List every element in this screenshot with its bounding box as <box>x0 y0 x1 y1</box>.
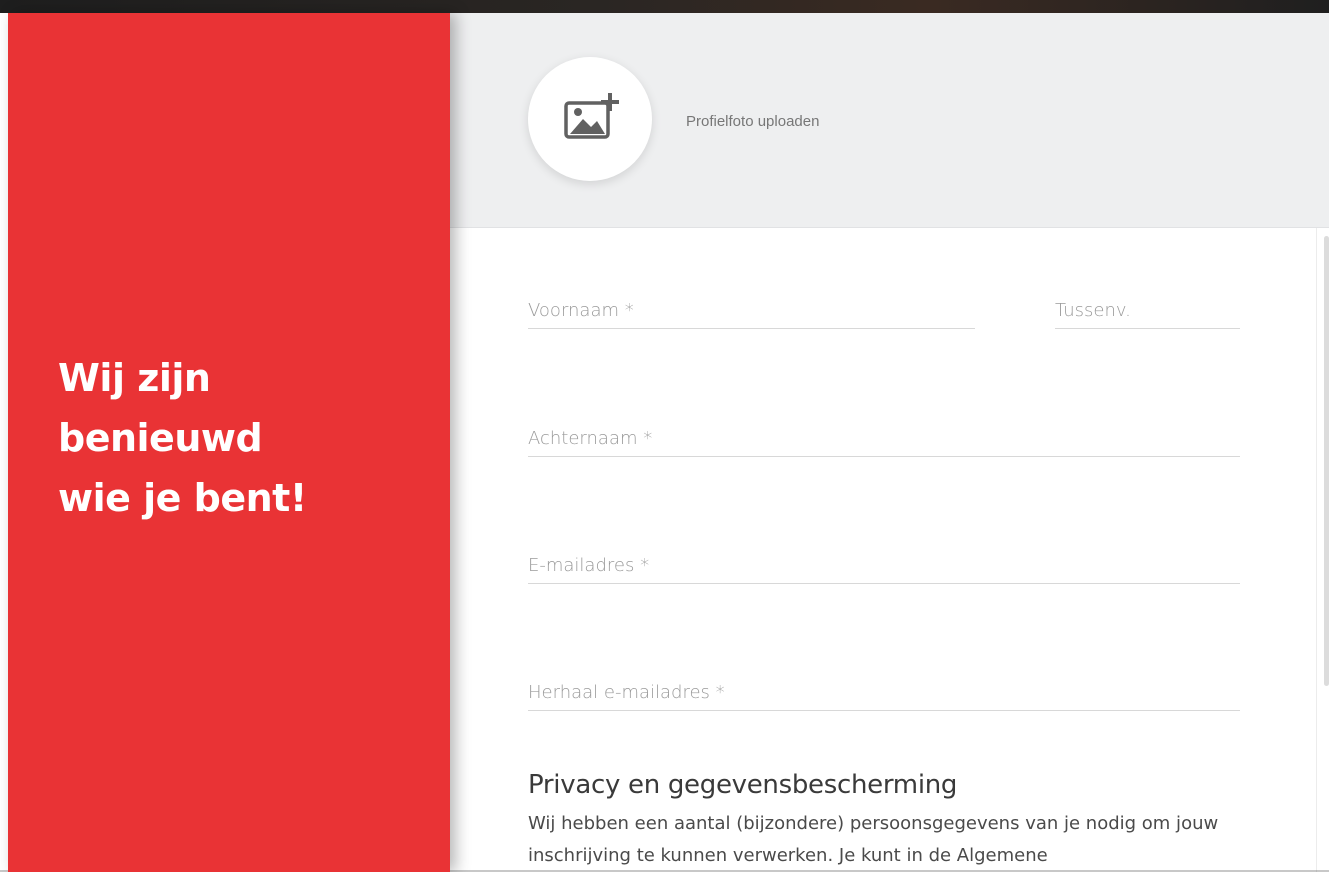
profile-photo-header: Profielfoto uploaden <box>450 13 1329 228</box>
first-name-field <box>528 292 975 329</box>
profile-photo-upload-label[interactable]: Profielfoto uploaden <box>686 113 819 130</box>
first-name-input[interactable] <box>528 292 975 328</box>
image-plus-icon <box>564 93 619 139</box>
repeat-email-input[interactable] <box>528 674 1240 710</box>
infix-field <box>1055 292 1240 329</box>
hero-title: Wij zijn benieuwd wie je bent! <box>58 348 418 528</box>
repeat-email-field <box>528 674 1240 711</box>
last-name-input[interactable] <box>528 420 1240 456</box>
top-browser-strip <box>0 0 1329 13</box>
email-input[interactable] <box>528 547 1240 583</box>
hero-title-line-1: Wij zijn <box>58 356 211 400</box>
privacy-text: Wij hebben een aantal (bijzondere) perso… <box>528 813 1219 866</box>
registration-form: Privacy en gegevensbescherming Wij hebbe… <box>450 228 1316 872</box>
page: Wij zijn benieuwd wie je bent! Profielfo… <box>0 0 1329 872</box>
scrollbar-thumb[interactable] <box>1324 236 1329 686</box>
privacy-heading: Privacy en gegevensbescherming <box>528 770 958 800</box>
hero-title-line-2: benieuwd <box>58 416 263 460</box>
left-gutter <box>0 13 8 872</box>
email-field <box>528 547 1240 584</box>
hero-panel: Wij zijn benieuwd wie je bent! <box>8 13 450 872</box>
profile-photo-upload-button[interactable] <box>528 57 652 181</box>
hero-title-line-3: wie je bent! <box>58 476 307 520</box>
last-name-field <box>528 420 1240 457</box>
infix-input[interactable] <box>1055 292 1240 328</box>
